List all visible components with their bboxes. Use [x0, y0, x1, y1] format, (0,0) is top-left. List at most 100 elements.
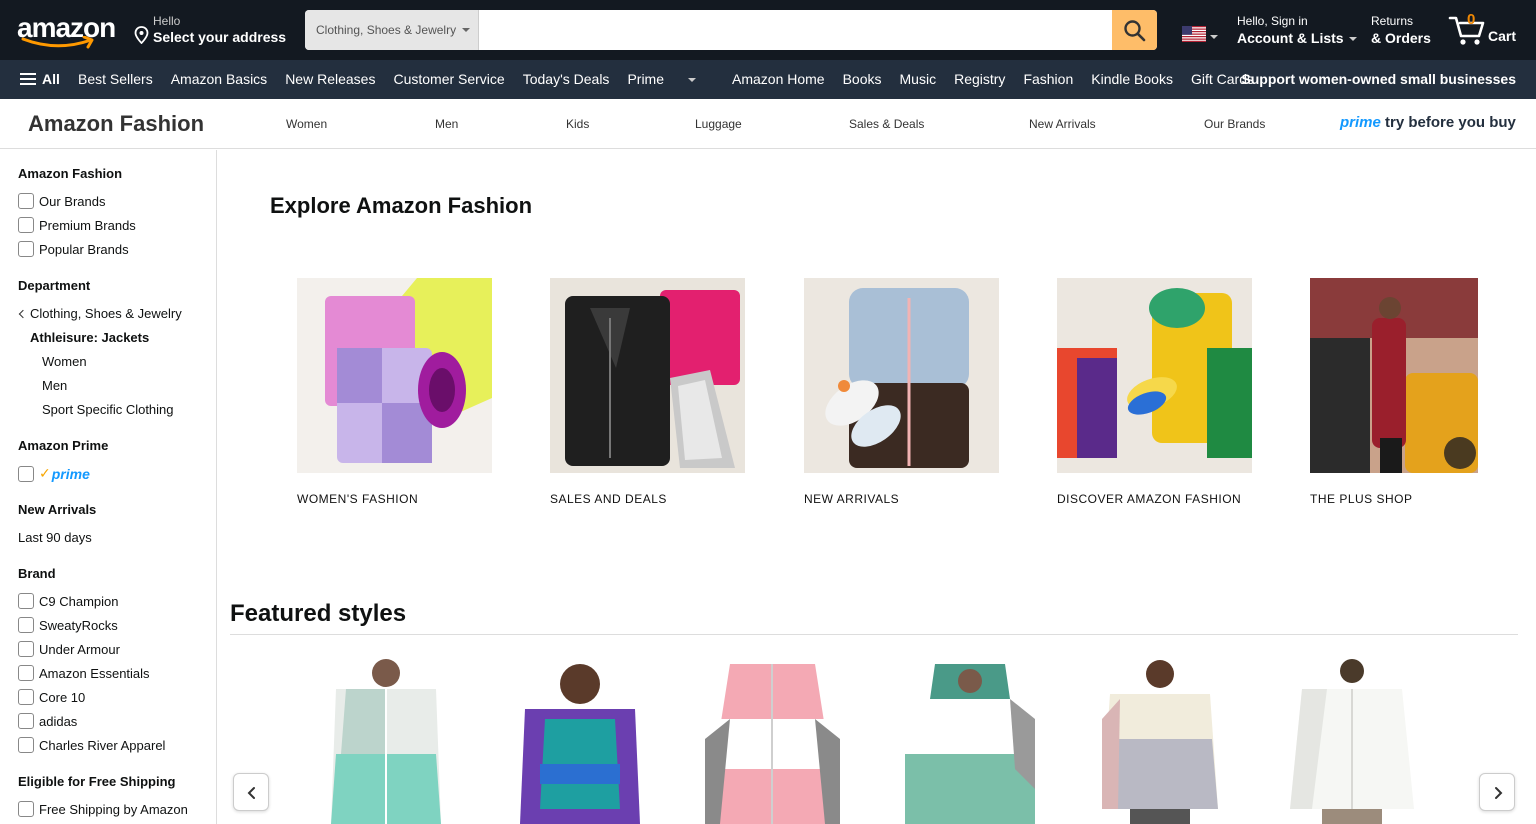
filter-prime[interactable]: ✓ prime [18, 465, 90, 482]
nav-link-amazon-home[interactable]: Amazon Home [732, 71, 825, 87]
prime-check-icon: ✓ [39, 465, 51, 481]
prime-tagline: try before you buy [1385, 114, 1516, 131]
checkbox[interactable] [18, 193, 34, 209]
chevron-down-icon [1348, 37, 1357, 42]
account-lists-menu[interactable]: Hello, Sign in Account & Lists [1237, 14, 1357, 46]
search-input[interactable] [479, 10, 1112, 50]
amazon-fashion-brand[interactable]: Amazon Fashion [28, 111, 204, 137]
search-category-label: Clothing, Shoes & Jewelry [316, 23, 457, 37]
nav-link-registry[interactable]: Registry [954, 71, 1005, 87]
tile-discover-image[interactable] [1057, 278, 1252, 473]
fashion-link-luggage[interactable]: Luggage [695, 117, 742, 131]
fashion-link-men[interactable]: Men [435, 117, 458, 131]
featured-product-image[interactable] [700, 659, 845, 824]
checkbox[interactable] [18, 593, 34, 609]
prime-try-before-you-buy[interactable]: prime try before you buy [1340, 114, 1516, 131]
checkbox[interactable] [18, 689, 34, 705]
prime-word: prime [1340, 114, 1381, 131]
checkbox[interactable] [18, 641, 34, 657]
tile-caption-new-arrivals[interactable]: NEW ARRIVALS [804, 492, 899, 506]
checkbox[interactable] [18, 737, 34, 753]
filter-brand-under-armour[interactable]: Under Armour [18, 641, 120, 657]
checkbox[interactable] [18, 801, 34, 817]
all-menu-button[interactable]: All [20, 71, 60, 87]
checkbox[interactable] [18, 617, 34, 633]
featured-product-image[interactable] [510, 659, 650, 824]
featured-product-image[interactable] [1282, 659, 1422, 824]
filter-popular-brands[interactable]: Popular Brands [18, 241, 129, 257]
nav-link-kindle-books[interactable]: Kindle Books [1091, 71, 1173, 87]
fashion-link-kids[interactable]: Kids [566, 117, 589, 131]
filter-brand-adidas[interactable]: adidas [18, 713, 77, 729]
us-flag-icon[interactable] [1182, 26, 1206, 42]
checkbox[interactable] [18, 241, 34, 257]
returns-orders-link[interactable]: Returns & Orders [1371, 14, 1431, 46]
featured-product-image[interactable] [1090, 659, 1230, 824]
nav-link-fashion[interactable]: Fashion [1023, 71, 1073, 87]
new-arrivals-photo [804, 278, 999, 473]
nav-link-music[interactable]: Music [900, 71, 937, 87]
checkbox[interactable] [18, 713, 34, 729]
nav-link-amazon-basics[interactable]: Amazon Basics [171, 71, 267, 87]
amazon-logo[interactable]: amazon [17, 12, 117, 49]
chevron-down-icon [1210, 35, 1218, 39]
filter-brand-core-10[interactable]: Core 10 [18, 689, 85, 705]
tile-caption-sales-deals[interactable]: SALES AND DEALS [550, 492, 667, 506]
chevron-left-icon [247, 787, 255, 799]
fashion-link-sales-deals[interactable]: Sales & Deals [849, 117, 924, 131]
department-back-link[interactable]: Clothing, Shoes & Jewelry [18, 306, 182, 321]
filter-brand-amazon-essentials[interactable]: Amazon Essentials [18, 665, 150, 681]
nav-link-prime[interactable]: Prime [627, 71, 714, 87]
hamburger-icon [20, 73, 36, 85]
fashion-subnav: Amazon Fashion Women Men Kids Luggage Sa… [0, 99, 1536, 149]
department-sport-specific[interactable]: Sport Specific Clothing [42, 402, 174, 417]
nav-link-new-releases[interactable]: New Releases [285, 71, 375, 87]
filter-our-brands[interactable]: Our Brands [18, 193, 105, 209]
secondary-nav: All Best Sellers Amazon Basics New Relea… [0, 60, 1536, 99]
cart-button[interactable]: 0 Cart [1448, 10, 1522, 50]
carousel-next-button[interactable] [1479, 773, 1515, 811]
search-button[interactable] [1112, 10, 1157, 50]
filter-last-90-days[interactable]: Last 90 days [18, 530, 92, 545]
filter-label: Core 10 [39, 689, 86, 705]
featured-product-image[interactable] [316, 659, 456, 824]
filter-brand-sweatyrocks[interactable]: SweatyRocks [18, 617, 118, 633]
tile-caption-discover[interactable]: DISCOVER AMAZON FASHION [1057, 492, 1241, 506]
filter-premium-brands[interactable]: Premium Brands [18, 217, 136, 233]
tile-caption-womens-fashion[interactable]: WOMEN'S FASHION [297, 492, 418, 506]
nav-link-books[interactable]: Books [843, 71, 882, 87]
filter-brand-charles-river[interactable]: Charles River Apparel [18, 737, 165, 753]
checkbox[interactable] [18, 217, 34, 233]
department-men[interactable]: Men [42, 378, 67, 393]
carousel-prev-button[interactable] [233, 773, 269, 811]
cart-count: 0 [1467, 11, 1476, 28]
chevron-down-icon [688, 78, 696, 83]
fashion-link-women[interactable]: Women [286, 117, 327, 131]
filter-free-shipping[interactable]: Free Shipping by Amazon [18, 801, 188, 817]
tile-new-arrivals-image[interactable] [804, 278, 999, 473]
product-photo-jacket-white [1290, 659, 1414, 824]
prime-link-label: Prime [627, 71, 664, 87]
nav-link-best-sellers[interactable]: Best Sellers [78, 71, 153, 87]
nav-link-todays-deals[interactable]: Today's Deals [523, 71, 610, 87]
search-category-dropdown[interactable]: Clothing, Shoes & Jewelry [305, 10, 479, 50]
tile-womens-fashion-image[interactable] [297, 278, 492, 473]
filter-label: Our Brands [39, 193, 106, 209]
product-photo-jacket-pink [705, 664, 840, 824]
featured-product-image[interactable] [900, 659, 1040, 824]
department-current: Athleisure: Jackets [30, 330, 150, 345]
checkbox[interactable] [18, 465, 34, 482]
fashion-link-our-brands[interactable]: Our Brands [1204, 117, 1265, 131]
tile-sales-deals-image[interactable] [550, 278, 745, 473]
filter-heading-department: Department [18, 278, 91, 293]
filter-brand-c9-champion[interactable]: C9 Champion [18, 593, 119, 609]
checkbox[interactable] [18, 665, 34, 681]
department-women[interactable]: Women [42, 354, 87, 369]
tile-caption-plus-shop[interactable]: THE PLUS SHOP [1310, 492, 1413, 506]
promo-link[interactable]: Support women-owned small businesses [1241, 71, 1516, 87]
tile-plus-shop-image[interactable] [1310, 278, 1478, 473]
product-photo-jacket-gray [1102, 660, 1218, 824]
nav-link-customer-service[interactable]: Customer Service [393, 71, 504, 87]
fashion-link-new-arrivals[interactable]: New Arrivals [1029, 117, 1096, 131]
smile-arrow-icon [21, 36, 94, 49]
